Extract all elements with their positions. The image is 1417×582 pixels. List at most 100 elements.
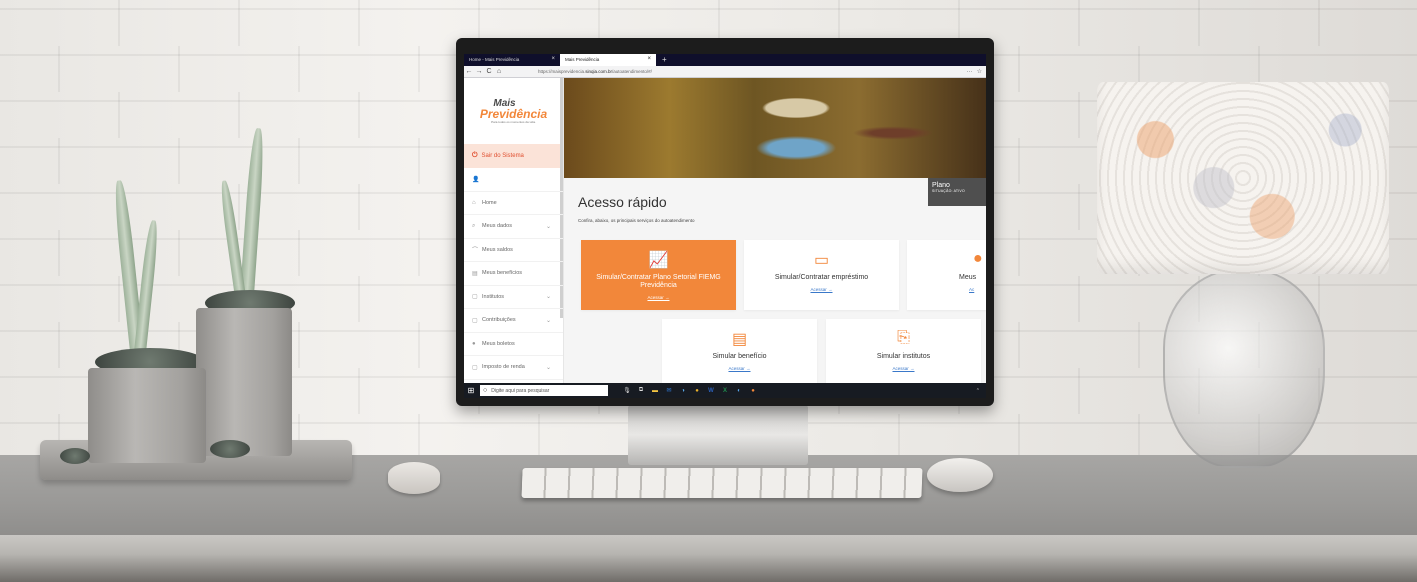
monitor-stand — [628, 405, 808, 465]
sidebar-item-meus-boletos[interactable]: ● Meus boletos — [464, 333, 563, 356]
document-icon: ▤ — [472, 270, 478, 277]
card-meus[interactable]: ● Meus Ac — [907, 240, 986, 310]
pine-cone — [210, 440, 250, 458]
outlook-icon[interactable]: ✉ — [662, 383, 676, 398]
task-view-icon[interactable]: ⧉ — [634, 383, 648, 398]
windows-taskbar: ⊞ ○ Digite aqui para pesquisar 🎙 ⧉ ▬ ✉ ◑… — [464, 383, 986, 398]
browser-toolbar: ← → C ⌂ https://maisprevidencia.sinqia.c… — [464, 66, 986, 78]
sidebar: Mais Previdência Para todos os momentos … — [464, 78, 564, 383]
home-icon[interactable]: ⌂ — [494, 68, 504, 75]
card-title: Simular benefício — [712, 353, 767, 360]
edge-icon[interactable]: ◑ — [676, 383, 690, 398]
hero-banner — [564, 78, 986, 178]
card-simular-institutos[interactable]: ⎘ Simular institutos Acessar → — [826, 319, 981, 383]
file-explorer-icon[interactable]: ▬ — [648, 383, 662, 398]
microphone-icon[interactable]: 🎙 — [620, 383, 634, 398]
credit-card-icon: ▭ — [813, 252, 830, 269]
close-icon[interactable]: × — [551, 56, 555, 62]
tab-mais-previdencia[interactable]: Mais Previdência × — [560, 54, 656, 66]
screen: Home - Mais Previdência × Mais Previdênc… — [464, 54, 986, 398]
plano-status-box: Plano SITUAÇÃO: ATIVO — [928, 178, 986, 206]
plant-pot — [88, 368, 206, 463]
app-icon[interactable]: ◐ — [732, 383, 746, 398]
card-link[interactable]: Acessar → — [744, 287, 899, 292]
lamp-base — [1163, 268, 1325, 468]
logout-label: Sair do Sistema — [481, 153, 524, 159]
card-title: Simular/Contratar Plano Setorial FIEMG P… — [596, 274, 721, 289]
sidebar-item-label: Institutos — [482, 293, 505, 300]
cortana-icon: ○ — [483, 387, 488, 394]
firefox-icon[interactable]: ● — [746, 383, 760, 398]
forward-icon[interactable]: → — [474, 68, 484, 75]
card-title: Simular/Contratar empréstimo — [774, 274, 869, 281]
logout-button[interactable]: ⏻ Sair do Sistema — [464, 144, 563, 168]
plant-pot — [196, 308, 292, 456]
trending-up-icon: 📈 — [648, 252, 669, 269]
card-link[interactable]: Acessar → — [581, 295, 736, 300]
logo[interactable]: Mais Previdência Para todos os momentos … — [464, 78, 563, 144]
taskbar-search[interactable]: ○ Digite aqui para pesquisar — [480, 385, 608, 396]
sidebar-item-label: Contribuições — [482, 317, 516, 324]
word-icon[interactable]: W — [704, 383, 718, 398]
home-icon: ⌂ — [472, 199, 476, 206]
power-icon: ⏻ — [472, 152, 478, 159]
sidebar-item-imposto-de-renda[interactable]: ▢ Imposto de renda ⌄ — [464, 356, 563, 380]
back-icon[interactable]: ← — [464, 68, 474, 75]
keyboard — [521, 468, 923, 498]
sidebar-item-user[interactable]: 👤 — [464, 168, 563, 192]
page-subtitle: Confira, abaixo, os principais serviços … — [578, 218, 695, 223]
pdf-icon: ⎘ — [897, 329, 910, 346]
url-suffix: /autoatendimento/#/ — [612, 69, 652, 74]
card-simular-emprestimo[interactable]: ▭ Simular/Contratar empréstimo Acessar → — [744, 240, 899, 310]
sidebar-item-institutos[interactable]: ▢ Institutos ⌄ — [464, 286, 563, 309]
user-icon: 👤 — [472, 176, 480, 183]
search-placeholder: Digite aqui para pesquisar — [491, 387, 550, 394]
card-title: Simular institutos — [876, 353, 931, 360]
sidebar-item-meus-beneficios[interactable]: ▤ Meus benefícios — [464, 262, 563, 286]
logo-tagline: Para todos os momentos da vida. — [491, 119, 536, 124]
main-content: Plano SITUAÇÃO: ATIVO Acesso rápido Conf… — [564, 78, 986, 383]
sidebar-item-label: Meus dados — [482, 223, 512, 230]
sidebar-item-contribuicoes[interactable]: ▢ Contribuições ⌄ — [464, 309, 563, 333]
logo-main: Previdência — [479, 106, 548, 121]
chevron-down-icon: ⌄ — [545, 223, 551, 230]
tab-label: Mais Previdência — [565, 57, 600, 62]
chevron-up-icon[interactable]: ⌃ — [976, 388, 980, 394]
browser-tabbar: Home - Mais Previdência × Mais Previdênc… — [464, 54, 986, 66]
circle-icon: ● — [973, 250, 983, 267]
url-prefix: https://maisprevidencia. — [538, 69, 586, 74]
sidebar-item-meus-saldos[interactable]: ⌒ Meus saldos — [464, 239, 563, 262]
reload-icon[interactable]: C — [484, 68, 494, 75]
monitor: Home - Mais Previdência × Mais Previdênc… — [456, 38, 994, 406]
sidebar-item-meus-dados[interactable]: ⌕ Meus dados ⌄ — [464, 215, 563, 239]
sidebar-item-label: Meus saldos — [482, 246, 513, 253]
card-title: Meus — [959, 274, 977, 281]
card-simular-beneficio[interactable]: ▤ Simular benefício Acessar → — [662, 319, 817, 383]
plano-title: Plano — [932, 182, 950, 189]
tab-label: Home - Mais Previdência — [469, 57, 520, 62]
chevron-down-icon: ⌄ — [545, 317, 551, 324]
close-icon[interactable]: × — [647, 56, 651, 62]
chevron-down-icon: ⌄ — [545, 364, 551, 371]
plano-status: SITUAÇÃO: ATIVO — [932, 189, 965, 193]
card-link[interactable]: Ac — [907, 287, 986, 292]
card-simular-plano-setorial[interactable]: 📈 Simular/Contratar Plano Setorial FIEMG… — [581, 240, 736, 310]
more-icon[interactable]: ··· — [967, 69, 973, 75]
smart-speaker — [388, 462, 440, 494]
tab-home-mais-previdencia[interactable]: Home - Mais Previdência × — [464, 54, 560, 66]
address-bar[interactable]: https://maisprevidencia.sinqia.com.br/au… — [538, 69, 967, 74]
dot-icon: ● — [472, 340, 476, 347]
new-tab-button[interactable]: + — [656, 54, 673, 66]
desk-edge — [0, 535, 1417, 582]
pine-cone — [60, 448, 90, 464]
sidebar-item-home[interactable]: ⌂ Home — [464, 192, 563, 215]
chrome-icon[interactable]: ● — [690, 383, 704, 398]
file-icon: ▢ — [472, 294, 478, 301]
card-link[interactable]: Acessar → — [662, 366, 817, 371]
file-icon: ▢ — [472, 364, 478, 371]
excel-icon[interactable]: X — [718, 383, 732, 398]
sidebar-item-label: Home — [482, 199, 497, 206]
card-link[interactable]: Acessar → — [826, 366, 981, 371]
star-icon[interactable]: ☆ — [977, 68, 982, 75]
windows-start-icon[interactable]: ⊞ — [464, 383, 478, 398]
